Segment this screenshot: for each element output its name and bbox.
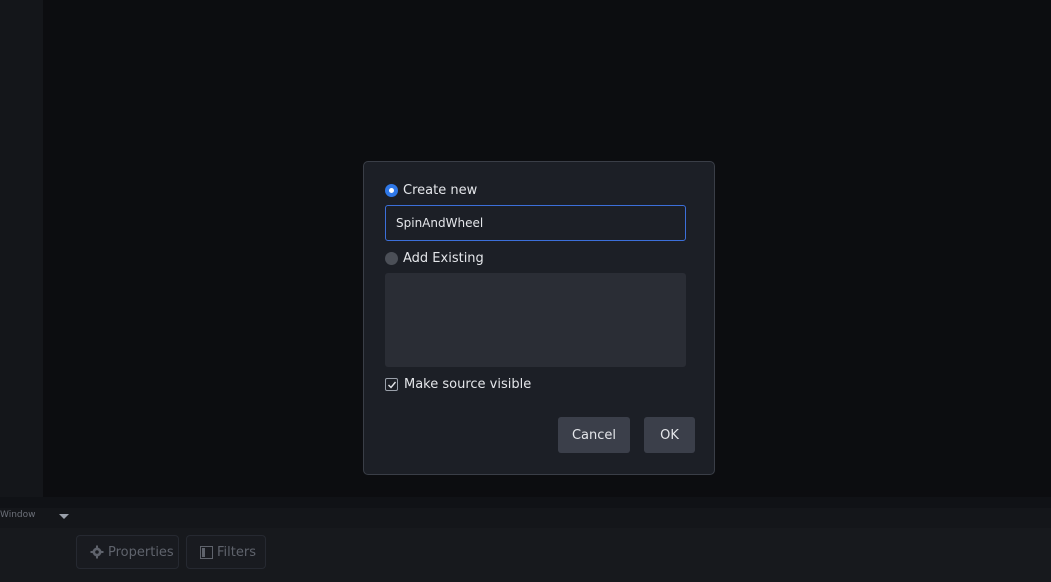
add-existing-option[interactable]: Add Existing: [385, 251, 484, 266]
window-label: Window: [0, 510, 36, 520]
filter-icon: [200, 545, 213, 559]
filters-button[interactable]: Filters: [186, 535, 266, 569]
make-visible-option[interactable]: Make source visible: [385, 377, 531, 392]
properties-label: Properties: [108, 544, 174, 560]
create-new-label: Create new: [403, 183, 478, 198]
left-panel-strip: [0, 0, 43, 497]
panel-divider[interactable]: [0, 497, 1051, 508]
make-visible-checkbox[interactable]: [385, 378, 398, 391]
gear-icon: [90, 545, 104, 559]
cancel-button[interactable]: Cancel: [558, 417, 630, 453]
create-new-option[interactable]: Create new: [385, 183, 477, 198]
filters-label: Filters: [217, 544, 256, 560]
select-source-dialog: Create new Add Existing Make source visi…: [363, 161, 715, 475]
properties-button[interactable]: Properties: [76, 535, 179, 569]
add-existing-radio[interactable]: [385, 252, 398, 265]
existing-sources-list[interactable]: [385, 273, 686, 367]
source-name-input[interactable]: [385, 205, 686, 241]
add-existing-label: Add Existing: [403, 251, 484, 266]
checkmark-icon: [388, 381, 397, 389]
ok-button[interactable]: OK: [644, 417, 695, 453]
chevron-down-icon[interactable]: [58, 513, 70, 521]
app-window: Window Properties Filters Create new Spi…: [0, 0, 1051, 582]
create-new-radio[interactable]: [385, 184, 398, 197]
make-visible-label: Make source visible: [404, 377, 532, 392]
